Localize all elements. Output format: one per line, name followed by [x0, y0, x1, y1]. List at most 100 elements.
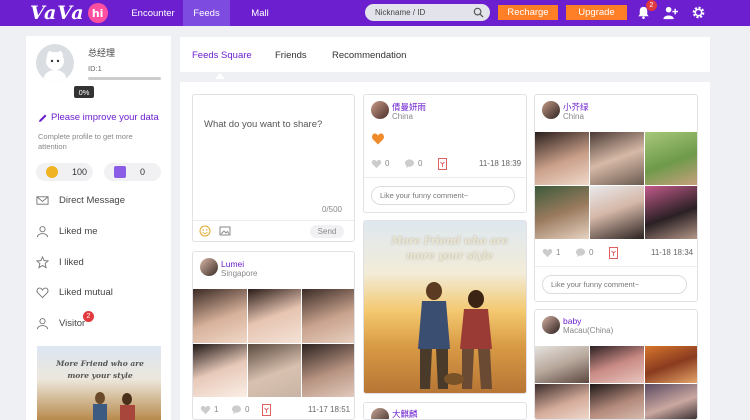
improve-hint: Complete profile to get more attention	[38, 132, 133, 151]
banner-text: More Friend who are more your style	[390, 236, 509, 262]
photo-thumbnail[interactable]	[645, 186, 697, 239]
gift-icon[interactable]	[609, 247, 618, 259]
post-card: 大麒麟	[363, 402, 527, 420]
avatar[interactable]	[371, 408, 389, 419]
comment-count[interactable]: 0	[231, 404, 249, 415]
photo-thumbnail[interactable]	[535, 186, 589, 239]
photo-thumbnail[interactable]	[535, 132, 589, 185]
gift-icon[interactable]	[262, 404, 271, 416]
heart-icon	[371, 159, 382, 169]
promo-banner[interactable]: More Friend who are more your style	[37, 346, 161, 420]
image-upload-icon[interactable]	[219, 225, 231, 237]
nav-feeds[interactable]: Feeds	[183, 0, 230, 26]
points-stat[interactable]: 0	[104, 163, 161, 181]
photo-thumbnail[interactable]	[535, 384, 589, 419]
photo-thumbnail[interactable]	[302, 289, 354, 343]
post-author[interactable]: 大麒麟	[392, 408, 418, 419]
menu-direct-message[interactable]: Direct Message	[36, 194, 125, 207]
menu-liked-me[interactable]: Liked me	[36, 225, 98, 238]
active-tab-caret	[215, 73, 225, 79]
menu-liked-mutual[interactable]: Liked mutual	[36, 286, 113, 299]
photo-thumbnail[interactable]	[247, 343, 302, 397]
nav-mall[interactable]: Mall	[240, 0, 280, 26]
photo-thumbnail[interactable]	[247, 289, 302, 343]
tab-feeds-square[interactable]: Feeds Square	[192, 50, 252, 61]
avatar[interactable]	[542, 316, 560, 334]
search-input[interactable]	[375, 6, 470, 19]
photo-thumbnail[interactable]	[535, 346, 589, 383]
improve-data-label: Please improve your data	[51, 112, 159, 123]
menu-label: Direct Message	[59, 195, 125, 206]
post-card: 小芥绿 China 1 0 11-18 18:34	[534, 94, 698, 302]
coins-stat[interactable]: 100	[36, 163, 93, 181]
like-count[interactable]: 1	[200, 404, 218, 415]
avatar[interactable]	[542, 101, 560, 119]
coins-value: 100	[72, 167, 88, 177]
post-location: Macau(China)	[563, 326, 614, 335]
recharge-button[interactable]: Recharge	[498, 5, 558, 20]
post-time: 11-17 18:51	[308, 405, 351, 414]
nav-encounter[interactable]: Encounter	[124, 0, 182, 26]
heart-icon	[542, 248, 553, 258]
profile-progress-bar	[88, 77, 161, 80]
comment-input[interactable]	[371, 186, 515, 205]
comment-input[interactable]	[542, 275, 687, 294]
comment-icon	[231, 405, 242, 415]
search-box	[365, 4, 490, 21]
post-card: baby Macau(China)	[534, 309, 698, 420]
post-location: Singapore	[221, 269, 258, 278]
mail-icon	[36, 196, 49, 205]
promo-text: More Friend who are more your style	[56, 359, 144, 380]
post-author[interactable]: baby	[563, 316, 581, 326]
photo-thumbnail[interactable]	[193, 289, 247, 343]
progress-percent-label: 0%	[74, 86, 94, 98]
like-count[interactable]: 1	[542, 247, 560, 258]
photo-thumbnail[interactable]	[302, 343, 354, 397]
photo-thumbnail[interactable]	[590, 132, 644, 185]
feed-tabs: Feeds Square Friends Recommendation	[180, 37, 710, 72]
tab-recommendation[interactable]: Recommendation	[332, 50, 406, 61]
upgrade-button[interactable]: Upgrade	[566, 5, 627, 20]
comment-count[interactable]: 0	[404, 158, 422, 169]
photo-thumbnail[interactable]	[645, 346, 697, 383]
avatar[interactable]	[36, 44, 74, 82]
photo-thumbnail[interactable]	[590, 186, 644, 239]
photo-thumbnail[interactable]	[590, 346, 644, 383]
divider	[535, 266, 697, 267]
photo-thumbnail[interactable]	[645, 384, 697, 419]
featured-photo[interactable]: More Friend who are more your style	[363, 220, 527, 394]
couple-photo-image	[418, 282, 492, 389]
user-id: ID:1	[88, 64, 102, 73]
gift-icon[interactable]	[438, 158, 447, 170]
heart-icon	[200, 405, 211, 415]
avatar[interactable]	[371, 101, 389, 119]
composer-divider	[193, 220, 354, 221]
top-bar: VaVa hi Encounter Feeds Mall Recharge Up…	[0, 0, 750, 26]
composer-textarea[interactable]: What do you want to share?	[204, 119, 322, 130]
comment-count[interactable]: 0	[575, 247, 593, 258]
photo-thumbnail[interactable]	[193, 343, 247, 397]
like-count[interactable]: 0	[371, 158, 389, 169]
menu-visitor[interactable]: Visitor	[36, 317, 85, 330]
emoji-icon[interactable]	[199, 225, 211, 237]
gear-icon[interactable]	[691, 5, 706, 20]
menu-label: Liked mutual	[59, 287, 113, 298]
add-friend-icon[interactable]	[663, 5, 678, 20]
post-author[interactable]: Lumei	[221, 259, 244, 269]
photo-thumbnail[interactable]	[645, 132, 697, 185]
send-button[interactable]: Send	[310, 225, 344, 238]
logo[interactable]: VaVa hi	[30, 1, 108, 25]
tab-friends[interactable]: Friends	[275, 50, 307, 61]
points-value: 0	[140, 167, 146, 177]
person-icon	[36, 318, 49, 330]
profile-sidebar: 总经理 ID:1 0% Please improve your data Com…	[26, 36, 171, 420]
avatar[interactable]	[200, 258, 218, 276]
photo-grid	[193, 289, 354, 397]
post-card: 倩曼妍雨 China 0 0 11-18 18:39	[363, 94, 527, 213]
menu-i-liked[interactable]: I liked	[36, 256, 84, 269]
search-icon[interactable]	[473, 7, 484, 18]
improve-data-link[interactable]: Please improve your data	[38, 112, 159, 123]
photo-thumbnail[interactable]	[590, 384, 644, 419]
coin-icon	[46, 166, 58, 178]
comment-icon	[575, 248, 586, 258]
